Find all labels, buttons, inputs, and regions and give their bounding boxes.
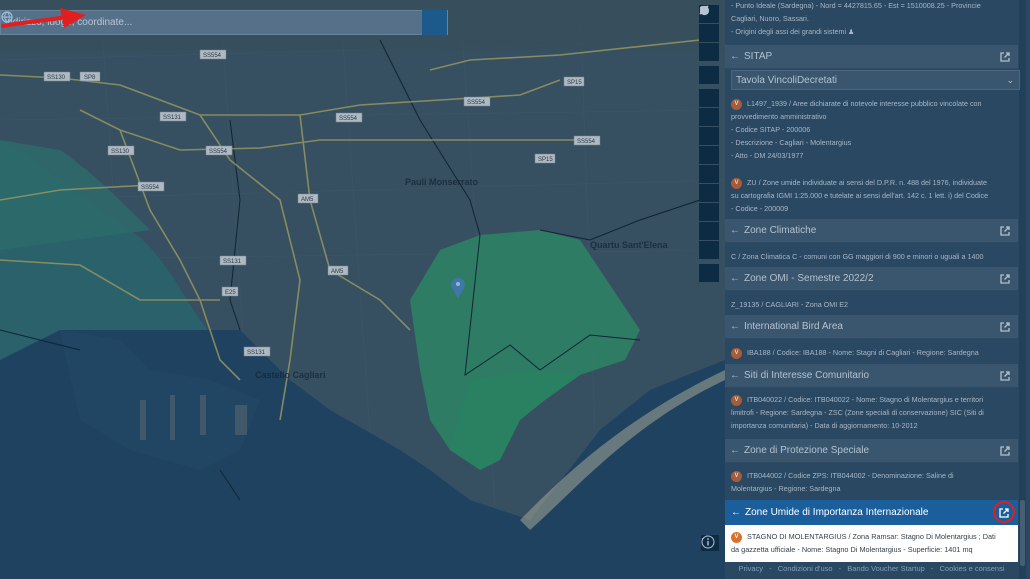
- text-line: ITB044002 / Codice ZPS: ITB044002 - Deno…: [747, 471, 954, 480]
- text-line: ZU / Zone umide individuate ai sensi del…: [747, 178, 987, 187]
- section-header-ramsar[interactable]: ← Zone Umide di Importanza Internazional…: [725, 500, 1018, 525]
- cookies-link[interactable]: Cookies e consensi: [939, 564, 1004, 573]
- zone-omi-text: Z_19135 / CAGLIARI - Zona OMI E2: [731, 300, 849, 309]
- section-title: SITAP: [744, 51, 773, 62]
- sitap-select[interactable]: Tavola VincoliDecretati ⌄: [731, 70, 1020, 90]
- ramsar-item: V STAGNO DI MOLENTARGIUS / Zona Ramsar: S…: [725, 525, 1018, 562]
- marker-button[interactable]: [699, 6, 719, 145]
- external-link-icon[interactable]: [999, 370, 1011, 382]
- text-line: - Codice - 200009: [731, 204, 789, 213]
- v-badge: V: [731, 177, 742, 189]
- text-line: provvedimento amministrativo: [731, 112, 827, 121]
- map-canvas[interactable]: SS130 SP8 SS554 SP15 SS131 SS130 SS554 S…: [0, 0, 725, 579]
- separator: -: [930, 564, 934, 573]
- external-link-icon[interactable]: [999, 445, 1011, 457]
- section-title: Zone OMI - Semestre 2022/2: [744, 273, 874, 284]
- section-header-sitap[interactable]: ← SITAP: [725, 45, 1018, 69]
- external-link-icon[interactable]: [999, 225, 1011, 237]
- circle-button[interactable]: [699, 5, 719, 164]
- external-link-icon[interactable]: [999, 321, 1011, 333]
- arrow-left-icon: ←: [730, 225, 740, 236]
- text-line: - Codice SITAP - 200006: [731, 125, 811, 134]
- arrow-left-icon: ←: [730, 445, 740, 456]
- section-header-zone-omi[interactable]: ← Zone OMI - Semestre 2022/2: [725, 267, 1018, 291]
- scrollbar-track[interactable]: [1019, 0, 1026, 579]
- section-header-bird-area[interactable]: ← International Bird Area: [725, 315, 1018, 339]
- v-badge: V: [731, 394, 742, 406]
- v-badge: V: [731, 470, 742, 482]
- section-title: Zone Climatiche: [744, 225, 817, 236]
- external-link-icon[interactable]: [999, 273, 1011, 285]
- search-button[interactable]: [1, 10, 447, 35]
- sitap-item-1: V L1497_1939 / Aree dichiarate di notevol…: [731, 97, 1016, 162]
- section-title: Siti di Interesse Comunitario: [744, 370, 870, 381]
- sitap-item-2: V ZU / Zone umide individuate ai sensi de…: [731, 176, 1016, 215]
- zoom-out-button[interactable]: [699, 9, 719, 42]
- area-button[interactable]: [699, 6, 719, 126]
- delete-button[interactable]: [699, 6, 719, 183]
- footer-links: Privacy - Condizioni d'uso - Bando Vouch…: [725, 564, 1018, 573]
- text-line: Cagliari, Nuoro, Sassari.: [731, 14, 809, 23]
- text-line: ITB040022 / Codice: ITB040022 - Nome: St…: [747, 395, 984, 404]
- section-header-zps[interactable]: ← Zone di Protezione Speciale: [725, 439, 1018, 463]
- arrow-left-icon: ←: [730, 370, 740, 381]
- v-badge: V: [731, 531, 742, 543]
- text-line: su cartografia IGMI 1:25.000 e tutelate …: [731, 191, 989, 200]
- conditions-link[interactable]: Condizioni d'uso: [778, 564, 833, 573]
- v-badge: V: [731, 98, 742, 110]
- top-text: - Punto Ideale (Sardegna) - Nord = 44278…: [731, 0, 1016, 38]
- text-line: Molentargius - Regione: Sardegna: [731, 484, 841, 493]
- bird-area-item: V IBA188 / Codice: IBA188 - Nome: Stagni …: [731, 346, 1016, 359]
- basemap-button[interactable]: [699, 5, 719, 282]
- scrollbar-thumb[interactable]: [1020, 500, 1025, 566]
- text-line: L1497_1939 / Aree dichiarate di notevole…: [747, 99, 982, 108]
- text-line: - Descrizione - Cagliari - Molentargius: [731, 138, 852, 147]
- section-header-sic[interactable]: ← Siti di Interesse Comunitario: [725, 364, 1018, 388]
- text-line: - Origini degli assi dei grandi sistemi …: [731, 27, 855, 36]
- section-title: Zone di Protezione Speciale: [744, 445, 870, 456]
- text-line: - Punto Ideale (Sardegna) - Nord = 44278…: [731, 1, 981, 10]
- sic-item: V ITB040022 / Codice: ITB040022 - Nome: S…: [731, 393, 1016, 432]
- chevron-down-icon: ⌄: [1006, 75, 1014, 85]
- text-line: importanza comunitaria) - Data di aggior…: [731, 421, 918, 430]
- external-link-icon[interactable]: [999, 51, 1011, 63]
- text-line: limitrofi - Regione: Sardegna - ZSC (Zon…: [731, 408, 984, 417]
- text-line: IBA188 / Codice: IBA188 - Nome: Stagni d…: [747, 348, 979, 357]
- v-badge: V: [731, 347, 742, 359]
- zone-climatiche-text: C / Zona Climatica C - comuni con GG mag…: [731, 252, 984, 261]
- separator: -: [769, 564, 772, 573]
- text-line: STAGNO DI MOLENTARGIUS / Zona Ramsar: St…: [747, 532, 996, 541]
- select-value: Tavola VincoliDecretati: [736, 74, 837, 86]
- red-circle-annotation: [993, 501, 1015, 523]
- download-button[interactable]: [699, 6, 719, 240]
- text-line: da gazzetta ufficiale - Nome: Stagno Di …: [731, 545, 973, 554]
- measure-button[interactable]: [699, 5, 719, 107]
- bando-link[interactable]: Bando Voucher Startup: [847, 564, 925, 573]
- info-button[interactable]: [701, 535, 719, 570]
- section-title: Zone Umide di Importanza Internazionale: [745, 507, 929, 518]
- map-toolbar: [699, 5, 719, 283]
- privacy-link[interactable]: Privacy: [738, 564, 763, 573]
- arrow-left-icon: ←: [731, 507, 741, 518]
- arrow-left-icon: ←: [730, 273, 740, 284]
- place-button[interactable]: [699, 6, 719, 221]
- zps-item: V ITB044002 / Codice ZPS: ITB044002 - Den…: [731, 469, 1016, 495]
- arrow-left-icon: ←: [730, 51, 740, 62]
- info-panel: - Punto Ideale (Sardegna) - Nord = 44278…: [725, 0, 1030, 579]
- text-line: - Atto - DM 24/03/1977: [731, 151, 804, 160]
- locate-button[interactable]: [699, 6, 719, 84]
- separator: -: [838, 564, 842, 573]
- north-button[interactable]: [699, 6, 719, 61]
- map-view[interactable]: SS130 SP8 SS554 SP15 SS131 SS130 SS554 S…: [0, 0, 725, 579]
- section-header-zone-climatiche[interactable]: ← Zone Climatiche: [725, 219, 1018, 243]
- bottom-tools: [701, 535, 719, 570]
- arrow-left-icon: ←: [730, 321, 740, 332]
- bookmark-button[interactable]: [699, 6, 719, 259]
- red-arrow-annotation: [1, 8, 86, 28]
- section-title: International Bird Area: [744, 321, 843, 332]
- layers-button[interactable]: [699, 7, 719, 202]
